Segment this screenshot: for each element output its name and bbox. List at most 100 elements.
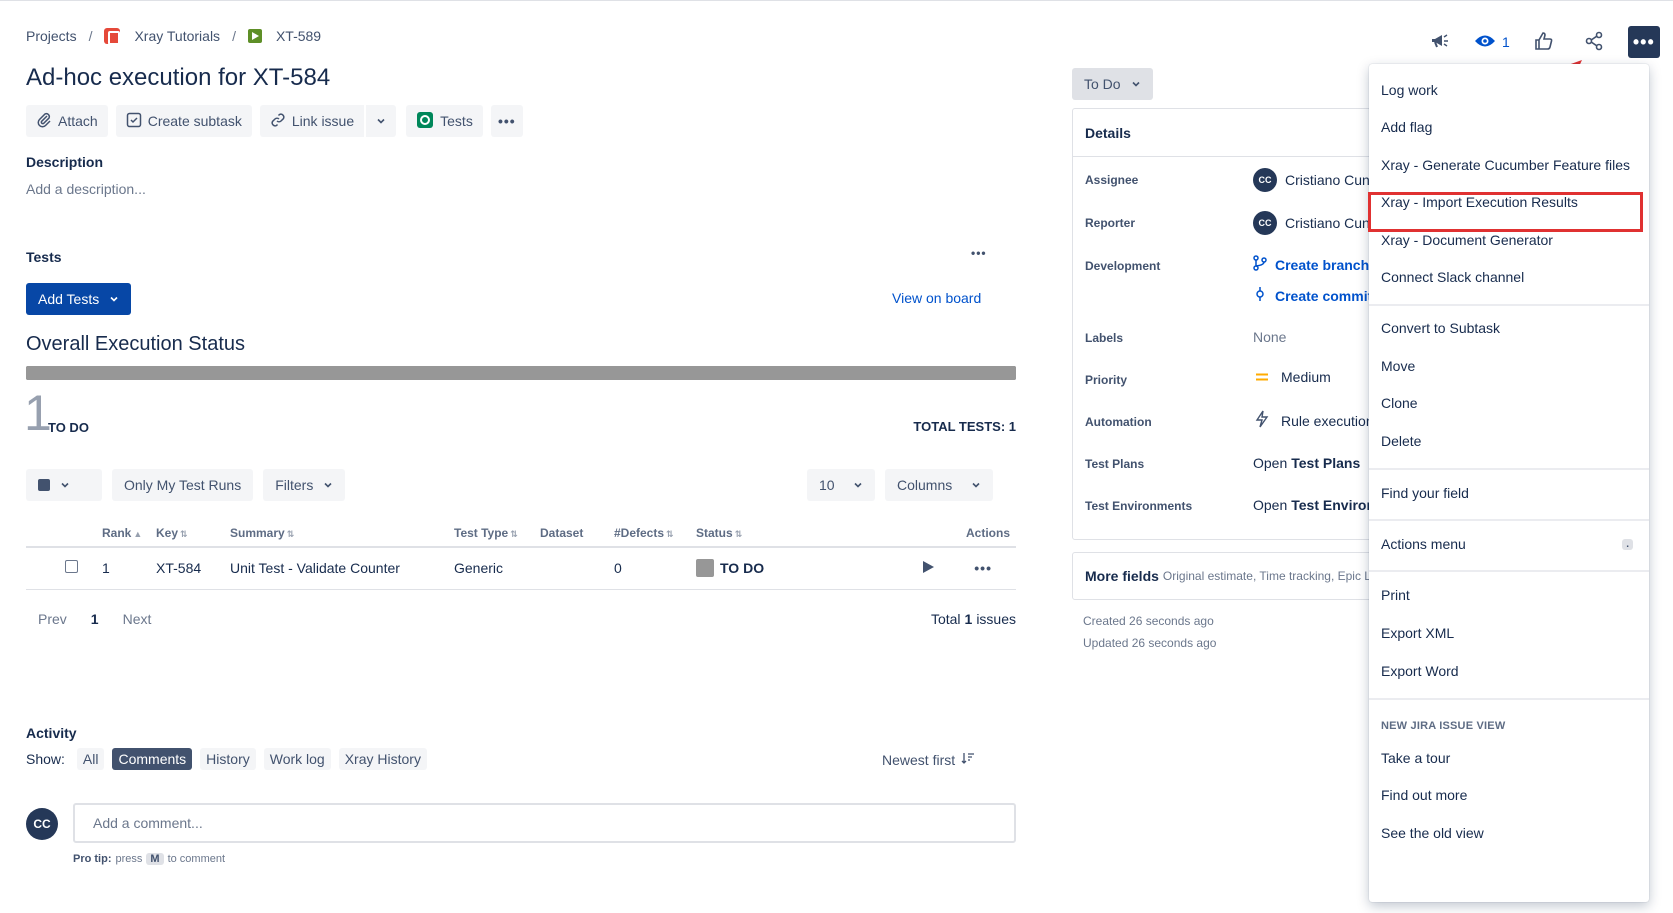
priority-name: Medium (1281, 369, 1331, 385)
play-icon[interactable] (920, 559, 936, 578)
activity-filter-work-log[interactable]: Work log (263, 748, 331, 770)
issue-title[interactable]: Ad-hoc execution for XT-584 (26, 64, 330, 92)
menu-item-take-a-tour[interactable]: Take a tour (1369, 739, 1649, 777)
bulk-select-dropdown[interactable] (26, 469, 102, 501)
tests-button[interactable]: Tests (406, 105, 483, 137)
breadcrumb-project[interactable]: Xray Tutorials (134, 28, 220, 44)
header-key[interactable]: Key ⇅ (150, 519, 224, 548)
menu-item-convert-to-subtask[interactable]: Convert to Subtask (1369, 309, 1649, 347)
automation-value[interactable]: Rule executions (1255, 410, 1371, 431)
row-checkbox[interactable] (64, 560, 78, 574)
activity-filter-all[interactable]: All (76, 748, 105, 770)
activity-sort-button[interactable]: Newest first (882, 751, 975, 768)
header-status[interactable]: Status ⇅ (690, 519, 870, 548)
add-tests-button[interactable]: Add Tests (26, 283, 132, 315)
total-tests: TOTAL TESTS: 1 (913, 419, 1016, 434)
menu-item-add-flag[interactable]: Add flag (1369, 108, 1649, 146)
menu-item-see-old-view[interactable]: See the old view (1369, 814, 1649, 852)
status-transition-button[interactable]: To Do (1072, 68, 1153, 100)
share-button[interactable] (1578, 26, 1610, 58)
activity-filter-history[interactable]: History (200, 748, 256, 770)
attach-button[interactable]: Attach (26, 105, 108, 137)
link-issue-dropdown[interactable] (366, 105, 397, 137)
pager-current-page[interactable]: 1 (91, 611, 99, 627)
description-label: Description (26, 154, 104, 170)
menu-item-find-your-field[interactable]: Find your field (1369, 474, 1649, 512)
menu-item-export-xml[interactable]: Export XML (1369, 614, 1649, 652)
row-select-cell (26, 547, 96, 590)
menu-item-log-work[interactable]: Log work (1369, 71, 1649, 109)
top-border (0, 0, 1673, 1)
menu-item-clone[interactable]: Clone (1369, 384, 1649, 422)
create-subtask-button[interactable]: Create subtask (115, 105, 252, 137)
activity-filter-xray-history[interactable]: Xray History (338, 748, 427, 770)
activity-label: Activity (26, 725, 77, 741)
description-placeholder[interactable]: Add a description... (26, 181, 146, 197)
more-options-button[interactable]: ••• (1627, 26, 1660, 58)
menu-item-generate-cucumber[interactable]: Xray - Generate Cucumber Feature files (1369, 146, 1649, 184)
breadcrumb-projects[interactable]: Projects (26, 28, 77, 44)
comment-input[interactable]: Add a comment... (73, 803, 1016, 843)
menu-item-move[interactable]: Move (1369, 347, 1649, 385)
commit-icon (1253, 286, 1267, 305)
create-commit-link[interactable]: Create commit (1253, 286, 1371, 305)
menu-item-connect-slack[interactable]: Connect Slack channel (1369, 258, 1649, 296)
table-header-row: Rank ▲ Key ⇅ Summary ⇅ Test Type ⇅ Dataset #… (26, 519, 1016, 548)
more-actions-button[interactable]: ••• (490, 105, 523, 137)
issue-toolbar: Attach Create subtask Link issue Tests •… (26, 105, 523, 137)
eye-icon (1474, 33, 1496, 52)
vote-button[interactable] (1528, 26, 1560, 58)
create-branch-link[interactable]: Create branch (1253, 255, 1369, 274)
attach-label: Attach (58, 113, 98, 129)
view-on-board-link[interactable]: View on board (892, 290, 981, 306)
row-more-icon[interactable]: ••• (974, 560, 992, 576)
watch-button[interactable]: 1 (1474, 33, 1510, 52)
only-my-test-runs-button[interactable]: Only My Test Runs (112, 469, 254, 501)
menu-item-delete[interactable]: Delete (1369, 422, 1649, 460)
link-issue-label: Link issue (291, 113, 355, 129)
page-size-select[interactable]: 10 (807, 469, 875, 501)
more-fields-panel[interactable]: More fields Original estimate, Time trac… (1072, 552, 1372, 600)
breadcrumb-issue[interactable]: XT-589 (276, 28, 321, 44)
test-environments-value[interactable]: Open Test Environments (1253, 497, 1371, 513)
progress-todo-segment (26, 366, 1016, 380)
menu-divider (1369, 519, 1649, 521)
status-cell[interactable]: TO DO (690, 547, 870, 590)
menu-item-print[interactable]: Print (1369, 576, 1649, 614)
actions-menu-shortcut: . (1622, 538, 1633, 550)
thumbs-up-icon (1534, 31, 1554, 54)
menu-divider (1369, 698, 1649, 700)
menu-item-find-out-more[interactable]: Find out more (1369, 776, 1649, 814)
tests-more-icon[interactable]: ••• (971, 246, 987, 260)
activity-filter-comments[interactable]: Comments (112, 748, 193, 770)
menu-item-export-word[interactable]: Export Word (1369, 652, 1649, 690)
test-env-bold: Test Environments (1291, 497, 1371, 513)
assignee-value[interactable]: CC Cristiano Cunha (1253, 168, 1371, 192)
pager-prev[interactable]: Prev (38, 611, 67, 627)
test-plans-bold: Test Plans (1291, 455, 1361, 471)
header-test-type[interactable]: Test Type ⇅ (448, 519, 534, 548)
priority-value[interactable]: Medium (1255, 369, 1331, 385)
pager-next[interactable]: Next (123, 611, 152, 627)
checkbox-icon (38, 479, 50, 491)
header-select (26, 519, 96, 548)
key-cell[interactable]: XT-584 (150, 547, 224, 590)
header-rank[interactable]: Rank ▲ (96, 519, 150, 548)
chevron-down-icon (60, 477, 70, 493)
feedback-button[interactable] (1424, 26, 1456, 58)
reporter-value[interactable]: CC Cristiano Cunha (1253, 211, 1371, 235)
link-icon (270, 112, 286, 131)
columns-dropdown[interactable]: Columns (885, 469, 993, 501)
add-tests-label: Add Tests (38, 291, 100, 307)
details-header[interactable]: Details (1073, 109, 1371, 157)
summary-cell[interactable]: Unit Test - Validate Counter (224, 547, 448, 590)
header-summary[interactable]: Summary ⇅ (224, 519, 448, 548)
menu-item-actions-menu[interactable]: Actions menu . (1369, 525, 1649, 563)
filters-dropdown[interactable]: Filters (263, 469, 346, 501)
more-fields-label: More fields (1085, 568, 1159, 584)
more-icon: ••• (497, 113, 516, 129)
test-plans-value[interactable]: Open Test Plans (1253, 455, 1360, 471)
header-defects[interactable]: #Defects ⇅ (608, 519, 690, 548)
labels-value[interactable]: None (1253, 329, 1286, 345)
link-issue-button[interactable]: Link issue (259, 105, 365, 137)
